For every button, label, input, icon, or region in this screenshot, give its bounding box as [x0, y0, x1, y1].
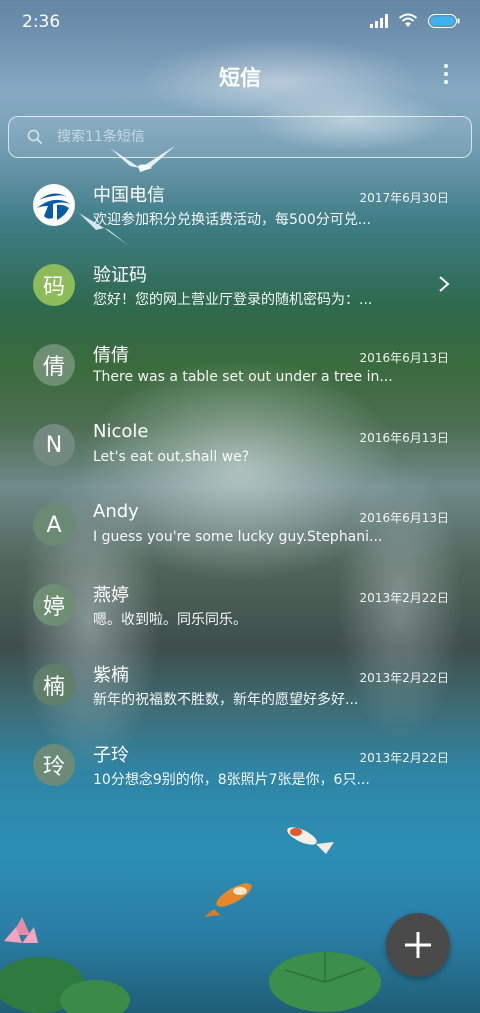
conversation-date: 2016年6月13日: [359, 511, 449, 525]
conversation-name: 验证码: [93, 265, 147, 286]
conversation-item[interactable]: N Nicole 2016年6月13日 Let's eat out,shall …: [0, 405, 480, 485]
conversation-date: 2013年2月22日: [359, 751, 449, 765]
compose-button[interactable]: [386, 913, 450, 977]
conversation-name: Nicole: [93, 421, 149, 442]
conversation-name: Andy: [93, 501, 139, 522]
chevron-right-icon[interactable]: [438, 275, 450, 293]
page-title: 短信: [219, 66, 261, 90]
conversation-name: 中国电信: [93, 185, 165, 206]
conversation-name: 燕婷: [93, 585, 129, 606]
conversation-date: 2017年6月30日: [359, 191, 449, 205]
plus-icon: [405, 932, 431, 958]
status-time: 2:36: [22, 12, 61, 32]
avatar: 倩: [33, 344, 75, 386]
wifi-icon: [398, 13, 418, 27]
status-bar: 2:36: [0, 0, 480, 44]
signal-icon: [370, 13, 388, 28]
conversation-date: 2013年2月22日: [359, 591, 449, 605]
status-icons: [370, 13, 460, 28]
conversation-preview: I guess you're some lucky guy.Stephani..…: [93, 529, 383, 545]
lotus-leaf-decoration: [0, 917, 130, 1013]
search-bar[interactable]: [8, 116, 472, 158]
avatar: 婷: [33, 584, 75, 626]
conversation-name: 紫楠: [93, 665, 129, 686]
avatar: A: [33, 504, 75, 546]
conversation-date: 2016年6月13日: [359, 351, 449, 365]
conversation-item[interactable]: 婷 燕婷 2013年2月22日 嗯。收到啦。同乐同乐。: [0, 565, 480, 645]
china-telecom-logo-icon: [34, 185, 74, 225]
conversation-item[interactable]: 码 验证码 您好！您的网上营业厅登录的随机密码为：...: [0, 245, 480, 325]
search-icon: [27, 129, 43, 145]
battery-icon: [428, 13, 460, 28]
conversation-preview: 您好！您的网上营业厅登录的随机密码为：...: [93, 292, 373, 308]
title-bar: 短信: [0, 56, 480, 96]
avatar: [33, 184, 75, 226]
conversation-name: 倩倩: [93, 345, 129, 366]
conversation-date: 2016年6月13日: [359, 431, 449, 445]
search-input[interactable]: [57, 129, 437, 145]
avatar: 楠: [33, 664, 75, 706]
conversation-preview: 欢迎参加积分兑换话费活动，每500分可兑...: [93, 212, 372, 228]
avatar: N: [33, 424, 75, 466]
conversation-date: 2013年2月22日: [359, 671, 449, 685]
conversation-list: 中国电信 2017年6月30日 欢迎参加积分兑换话费活动，每500分可兑... …: [0, 165, 480, 805]
avatar: 玲: [33, 744, 75, 786]
koi-fish-decoration: [287, 827, 334, 854]
conversation-name: 子玲: [93, 745, 129, 766]
conversation-preview: 嗯。收到啦。同乐同乐。: [93, 612, 247, 628]
koi-fish-decoration: [204, 883, 252, 917]
conversation-item[interactable]: 中国电信 2017年6月30日 欢迎参加积分兑换话费活动，每500分可兑...: [0, 165, 480, 245]
conversation-item[interactable]: A Andy 2016年6月13日 I guess you're some lu…: [0, 485, 480, 565]
conversation-item[interactable]: 玲 子玲 2013年2月22日 10分想念9别的你，8张照片7张是你，6只...: [0, 725, 480, 805]
avatar: 码: [33, 264, 75, 306]
conversation-preview: There was a table set out under a tree i…: [93, 369, 393, 385]
more-vert-icon[interactable]: [442, 64, 450, 86]
conversation-preview: Let's eat out,shall we?: [93, 449, 250, 465]
conversation-item[interactable]: 楠 紫楠 2013年2月22日 新年的祝福数不胜数，新年的愿望好多好...: [0, 645, 480, 725]
lotus-leaf-decoration: [269, 952, 381, 1012]
conversation-preview: 新年的祝福数不胜数，新年的愿望好多好...: [93, 692, 359, 708]
conversation-preview: 10分想念9别的你，8张照片7张是你，6只...: [93, 772, 370, 788]
conversation-item[interactable]: 倩 倩倩 2016年6月13日 There was a table set ou…: [0, 325, 480, 405]
